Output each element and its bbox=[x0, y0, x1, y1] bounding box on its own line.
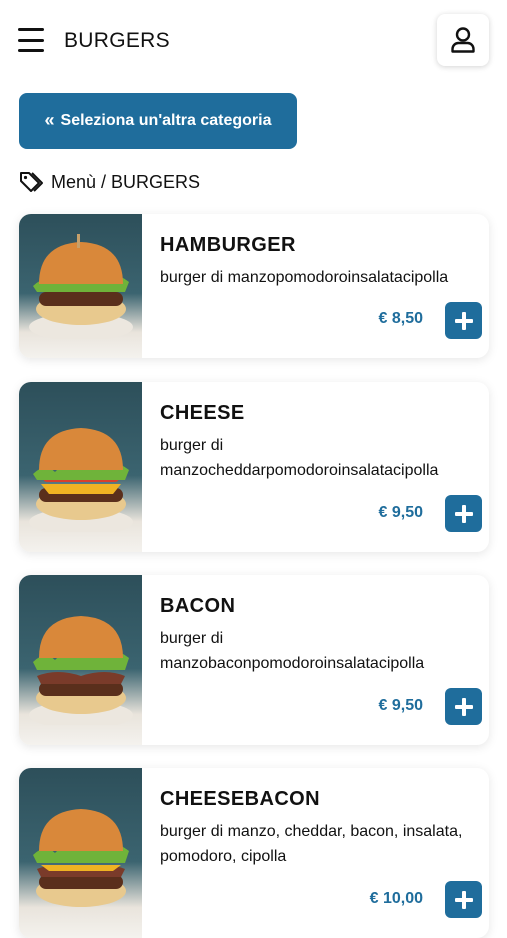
product-info: BACON burger di manzobaconpomodoroinsala… bbox=[160, 575, 477, 745]
product-price: € 8,50 bbox=[378, 310, 423, 327]
add-to-cart-button[interactable] bbox=[445, 495, 482, 532]
product-description: burger di manzopomodoroinsalatacipolla bbox=[160, 269, 449, 286]
product-name: CHEESE bbox=[160, 402, 245, 424]
product-name: BACON bbox=[160, 595, 236, 617]
tags-icon bbox=[20, 172, 43, 192]
product-description: burger di manzocheddarpomodoroinsalataci… bbox=[160, 437, 439, 479]
breadcrumb: Menù / BURGERS bbox=[19, 170, 200, 194]
product-image bbox=[19, 768, 142, 938]
plus-icon bbox=[454, 697, 473, 716]
add-to-cart-button[interactable] bbox=[445, 302, 482, 339]
plus-icon bbox=[454, 311, 473, 330]
product-card[interactable]: CHEESEBACON burger di manzo, cheddar, ba… bbox=[19, 768, 489, 938]
select-category-button[interactable]: « Seleziona un'altra categoria bbox=[19, 93, 297, 149]
hamburger-menu-icon[interactable] bbox=[18, 28, 44, 52]
add-to-cart-button[interactable] bbox=[445, 688, 482, 725]
product-name: CHEESEBACON bbox=[160, 788, 320, 810]
product-info: CHEESE burger di manzocheddarpomodoroins… bbox=[160, 382, 477, 552]
user-icon bbox=[451, 27, 475, 53]
user-account-button[interactable] bbox=[437, 14, 489, 66]
double-chevron-left-icon: « bbox=[44, 109, 55, 130]
product-info: HAMBURGER burger di manzopomodoroinsalat… bbox=[160, 214, 477, 358]
product-description: burger di manzo, cheddar, bacon, insalat… bbox=[160, 823, 463, 865]
product-description: burger di manzobaconpomodoroinsalatacipo… bbox=[160, 630, 425, 672]
product-image bbox=[19, 382, 142, 552]
top-bar: BURGERS bbox=[0, 0, 507, 82]
product-image bbox=[19, 575, 142, 745]
product-info: CHEESEBACON burger di manzo, cheddar, ba… bbox=[160, 768, 477, 938]
plus-icon bbox=[454, 504, 473, 523]
product-image bbox=[19, 214, 142, 358]
product-card[interactable]: HAMBURGER burger di manzopomodoroinsalat… bbox=[19, 214, 489, 358]
product-price: € 9,50 bbox=[378, 504, 423, 521]
select-category-label: Seleziona un'altra categoria bbox=[60, 112, 272, 129]
product-price: € 10,00 bbox=[369, 890, 423, 907]
product-card[interactable]: CHEESE burger di manzocheddarpomodoroins… bbox=[19, 382, 489, 552]
product-price: € 9,50 bbox=[378, 697, 423, 714]
product-card[interactable]: BACON burger di manzobaconpomodoroinsala… bbox=[19, 575, 489, 745]
page-title: BURGERS bbox=[64, 29, 170, 52]
product-name: HAMBURGER bbox=[160, 234, 296, 256]
breadcrumb-text: Menù / BURGERS bbox=[51, 171, 201, 192]
